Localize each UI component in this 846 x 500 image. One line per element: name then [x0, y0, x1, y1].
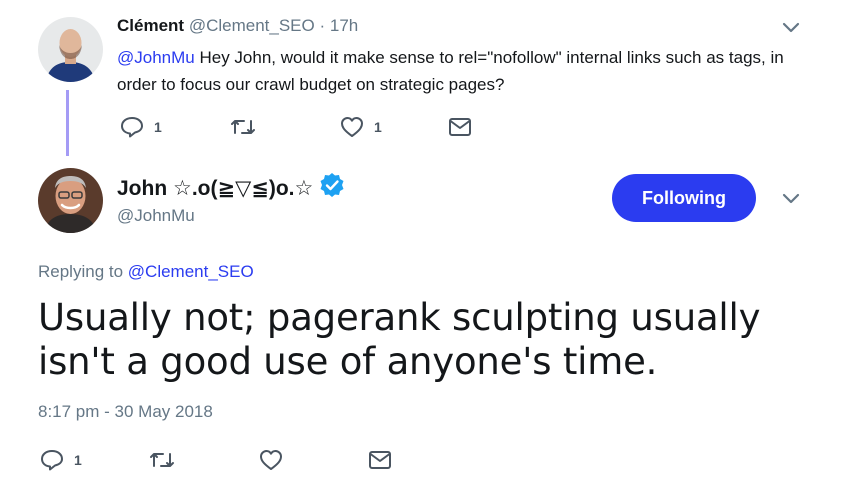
message-button[interactable]: [368, 449, 392, 471]
reply-count: 1: [154, 119, 162, 135]
tweet-time[interactable]: 17h: [330, 16, 358, 35]
avatar[interactable]: [38, 17, 103, 82]
like-button[interactable]: [259, 449, 283, 471]
message-icon: [449, 118, 471, 136]
separator-dot: ·: [319, 16, 326, 35]
message-button[interactable]: [448, 116, 472, 138]
author-handle[interactable]: @JohnMu: [117, 206, 195, 226]
author-handle[interactable]: @Clement_SEO: [189, 16, 315, 35]
avatar-clement-image: [38, 17, 103, 82]
tweet-text: @JohnMu Hey John, would it make sense to…: [117, 44, 807, 98]
verified-badge-icon: [319, 172, 345, 204]
like-icon: [341, 117, 363, 137]
reply-count: 1: [74, 452, 82, 468]
following-button[interactable]: Following: [612, 174, 756, 222]
author-name[interactable]: John ☆.o(≧▽≦)o.☆: [117, 176, 313, 201]
reply-icon: [121, 117, 143, 138]
author-name-row: John ☆.o(≧▽≦)o.☆: [117, 172, 345, 204]
reply-icon: [41, 450, 63, 471]
retweet-icon: [231, 120, 255, 134]
reply-button[interactable]: 1: [40, 449, 82, 471]
avatar-john-image: [38, 168, 103, 233]
author-name[interactable]: Clément: [117, 16, 184, 35]
retweet-icon: [150, 453, 174, 467]
tweet-text: Usually not; pagerank sculpting usually …: [38, 296, 761, 383]
reply-button[interactable]: 1: [120, 116, 162, 138]
retweet-button[interactable]: [149, 449, 175, 471]
chevron-down-icon[interactable]: [782, 22, 800, 34]
chevron-down-icon[interactable]: [782, 193, 800, 205]
thread-connector-line: [66, 90, 69, 156]
replying-prefix: Replying to: [38, 262, 128, 281]
like-button[interactable]: 1: [340, 116, 382, 138]
tweet-timestamp[interactable]: 8:17 pm - 30 May 2018: [38, 402, 213, 422]
like-count: 1: [374, 119, 382, 135]
replying-to: Replying to @Clement_SEO: [38, 262, 254, 282]
mention-link[interactable]: @JohnMu: [117, 48, 195, 67]
retweet-button[interactable]: [230, 116, 256, 138]
replying-to-link[interactable]: @Clement_SEO: [128, 262, 254, 281]
tweet-header: Clément @Clement_SEO · 17h: [117, 16, 358, 36]
tweet-body: Hey John, would it make sense to rel="no…: [117, 48, 784, 94]
avatar[interactable]: [38, 168, 103, 233]
like-icon: [260, 450, 282, 470]
message-icon: [369, 451, 391, 469]
